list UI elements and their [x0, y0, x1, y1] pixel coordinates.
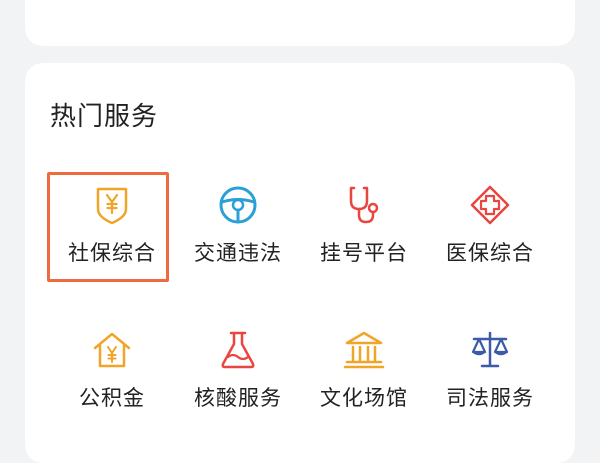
- service-label: 挂号平台: [320, 241, 408, 265]
- service-traffic-violation[interactable]: 交通违法: [178, 175, 298, 275]
- service-nucleic-acid[interactable]: 核酸服务: [178, 320, 298, 420]
- service-label: 公积金: [79, 386, 145, 410]
- medical-cross-icon: [468, 183, 512, 227]
- museum-icon: [342, 328, 386, 372]
- service-label: 交通违法: [194, 241, 282, 265]
- service-label: 司法服务: [446, 386, 534, 410]
- selection-highlight-box: [47, 172, 169, 282]
- service-label: 核酸服务: [194, 386, 282, 410]
- service-label: 文化场馆: [320, 386, 408, 410]
- service-label: 医保综合: [446, 241, 534, 265]
- service-cultural-venues[interactable]: 文化场馆: [304, 320, 424, 420]
- steering-wheel-icon: [216, 183, 260, 227]
- previous-card: [25, 0, 575, 46]
- scales-icon: [468, 328, 512, 372]
- flask-icon: [216, 328, 260, 372]
- section-title: 热门服务: [50, 102, 159, 132]
- stethoscope-icon: [342, 183, 386, 227]
- service-housing-fund[interactable]: 公积金: [52, 320, 172, 420]
- service-registration[interactable]: 挂号平台: [304, 175, 424, 275]
- service-medical-insurance[interactable]: 医保综合: [430, 175, 550, 275]
- service-judicial[interactable]: 司法服务: [430, 320, 550, 420]
- housing-fund-icon: [90, 328, 134, 372]
